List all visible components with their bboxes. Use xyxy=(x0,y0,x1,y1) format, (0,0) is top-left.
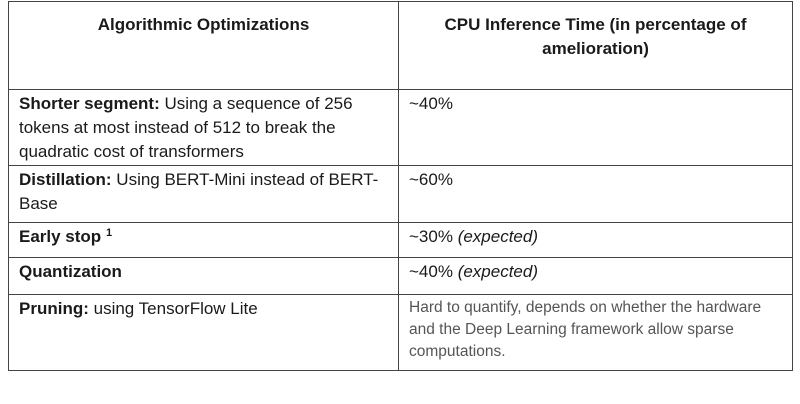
optimization-cell: Distillation: Using BERT-Mini instead of… xyxy=(8,165,399,223)
optimization-cell: Early stop 1 xyxy=(8,222,399,258)
optimization-name: Pruning: xyxy=(19,299,89,318)
header-cpu-inference-time: CPU Inference Time (in percentage of ame… xyxy=(398,1,793,90)
table-row: Early stop 1 ~30% (expected) xyxy=(8,222,793,258)
header-label: CPU Inference Time (in percentage of ame… xyxy=(444,15,747,58)
improvement-note: (expected) xyxy=(457,227,539,246)
optimization-desc: using TensorFlow Lite xyxy=(88,299,258,318)
improvement-value: ~40% xyxy=(409,262,453,281)
improvement-cell: ~40% xyxy=(398,89,793,166)
improvement-cell: ~60% xyxy=(398,165,793,223)
table-row: Distillation: Using BERT-Mini instead of… xyxy=(8,165,793,223)
footnote-marker: 1 xyxy=(105,227,113,239)
optimization-name: Shorter segment: xyxy=(19,94,160,113)
table-header-row: Algorithmic Optimizations CPU Inference … xyxy=(8,1,793,90)
improvement-cell: Hard to quantify, depends on whether the… xyxy=(398,294,793,371)
improvement-cell: ~30% (expected) xyxy=(398,222,793,258)
improvement-value: ~30% xyxy=(409,227,453,246)
optimization-cell: Pruning: using TensorFlow Lite xyxy=(8,294,399,371)
improvement-note: (expected) xyxy=(457,262,539,281)
table-row: Quantization ~40% (expected) xyxy=(8,257,793,295)
optimizations-table-container: Algorithmic Optimizations CPU Inference … xyxy=(8,1,793,371)
table-row: Pruning: using TensorFlow Lite Hard to q… xyxy=(8,294,793,371)
improvement-value: ~40% xyxy=(409,94,453,113)
optimizations-table: Algorithmic Optimizations CPU Inference … xyxy=(8,1,793,371)
optimization-cell: Quantization xyxy=(8,257,399,295)
optimization-name: Distillation: xyxy=(19,170,112,189)
optimization-name: Quantization xyxy=(19,262,122,281)
optimization-cell: Shorter segment: Using a sequence of 256… xyxy=(8,89,399,166)
table-row: Shorter segment: Using a sequence of 256… xyxy=(8,89,793,166)
optimization-name: Early stop xyxy=(19,227,102,246)
improvement-value: Hard to quantify, depends on whether the… xyxy=(409,299,762,360)
header-algorithmic-optimizations: Algorithmic Optimizations xyxy=(8,1,399,90)
improvement-value: ~60% xyxy=(409,170,453,189)
header-label: Algorithmic Optimizations xyxy=(97,15,310,34)
improvement-cell: ~40% (expected) xyxy=(398,257,793,295)
